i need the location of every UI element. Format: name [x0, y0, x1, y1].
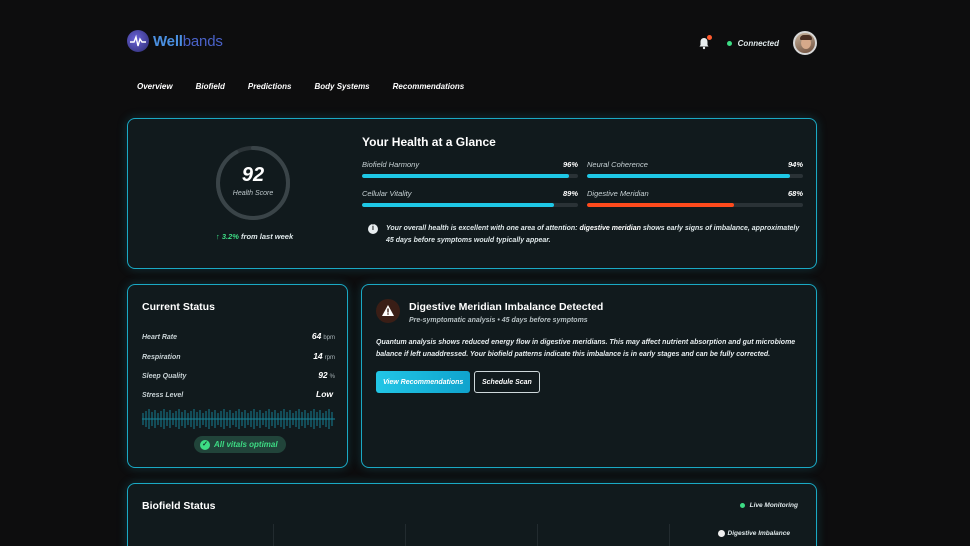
nav-body-systems[interactable]: Body Systems [315, 82, 370, 91]
alert-title: Digestive Meridian Imbalance Detected [409, 301, 604, 313]
health-insight-note: i Your overall health is excellent with … [368, 223, 808, 247]
legend-label: Digestive Imbalance [727, 530, 791, 537]
alert-card: Digestive Meridian Imbalance Detected Pr… [361, 284, 817, 468]
live-dot [739, 503, 745, 508]
header-actions: Connected [697, 30, 817, 56]
metric-value: 89% [562, 189, 578, 198]
metric-bar-track [587, 174, 803, 178]
metric-bar-track [587, 203, 803, 207]
health-glance-card: 92 Health Score ↑ 3.2% from last week Yo… [127, 118, 817, 269]
vital-value: 64 [311, 331, 322, 341]
vital-stress-level: Stress Level Low [142, 384, 335, 402]
nav-overview[interactable]: Overview [137, 82, 173, 91]
insight-text: Your overall health is excellent with on… [386, 223, 808, 247]
app-page: Wellbands Connected Overview Biofield Pr… [0, 0, 970, 546]
current-status-card: Current Status Heart Rate 64 bpm Respirat… [127, 284, 348, 468]
view-recommendations-button[interactable]: View Recommendations [376, 371, 471, 393]
vital-label: Sleep Quality [142, 373, 187, 380]
metric-name: Neural Coherence [587, 160, 648, 169]
vital-unit: % [329, 374, 335, 380]
insight-text-prefix: Your overall health is excellent with on… [386, 225, 580, 232]
alert-subtitle: Pre-symptomatic analysis • 45 days befor… [409, 317, 588, 324]
metric-bar-track [362, 203, 578, 207]
vital-value: 92 [318, 370, 328, 380]
nav-biofield[interactable]: Biofield [196, 82, 225, 91]
health-score-label: Health Score [232, 190, 274, 197]
metric-cellular-vitality: Cellular Vitality 89% [362, 189, 578, 207]
biofield-status-card: Biofield Status Live Monitoring Digestiv… [127, 483, 817, 546]
header: Wellbands Connected [127, 30, 817, 58]
metric-bar-fill [587, 203, 734, 207]
nav-predictions[interactable]: Predictions [248, 82, 292, 91]
nav-recommendations[interactable]: Recommendations [393, 82, 465, 91]
metric-neural-coherence: Neural Coherence 94% [587, 160, 803, 178]
status-title: Current Status [142, 301, 215, 313]
biofield-title: Biofield Status [142, 500, 216, 512]
connection-status-dot [726, 40, 732, 46]
chart-grid-line [669, 524, 670, 546]
metric-bar-fill [362, 203, 555, 207]
vitals-waveform [142, 409, 335, 429]
notification-dot [706, 35, 712, 40]
live-monitoring-indicator: Live Monitoring [739, 502, 798, 509]
brand-name-part1: Well [153, 32, 183, 50]
notifications-bell-icon[interactable] [697, 35, 712, 50]
brand-name-part2: bands [182, 32, 223, 50]
metric-value: 68% [787, 189, 803, 198]
brand-logo[interactable]: Wellbands [127, 30, 223, 52]
chart-grid-line [273, 524, 274, 546]
vital-heart-rate: Heart Rate 64 bpm [142, 326, 335, 344]
health-score-ring: 92 Health Score [214, 144, 292, 222]
check-circle-icon: ✓ [200, 439, 210, 450]
chart-grid-line [537, 524, 538, 546]
chart-grid-line [405, 524, 406, 546]
vital-unit: bpm [323, 335, 335, 341]
metric-digestive-meridian: Digestive Meridian 68% [587, 189, 803, 207]
metric-name: Biofield Harmony [362, 160, 420, 169]
insight-highlight: digestive meridian [579, 225, 641, 232]
score-change: ↑ 3.2% from last week [216, 232, 293, 241]
live-monitoring-label: Live Monitoring [749, 502, 798, 509]
vital-respiration: Respiration 14 rpm [142, 346, 335, 364]
score-change-text: from last week [238, 232, 294, 241]
vital-value: Low [316, 389, 333, 399]
user-avatar[interactable] [793, 31, 817, 55]
avatar-hair [800, 35, 812, 40]
vital-value: 14 [313, 351, 323, 361]
metric-bar-fill [587, 174, 791, 178]
connection-status: Connected [737, 38, 779, 48]
metric-name: Digestive Meridian [587, 189, 649, 198]
info-icon: i [368, 224, 378, 234]
main-nav: Overview Biofield Predictions Body Syste… [137, 82, 487, 91]
vitals-optimal-badge: ✓ All vitals optimal [194, 436, 286, 453]
metric-value: 94% [787, 160, 803, 169]
biofield-legend: Digestive Imbalance [717, 530, 791, 537]
legend-dot [717, 530, 725, 537]
alert-body: Quantum analysis shows reduced energy fl… [376, 339, 796, 358]
vital-unit: rpm [324, 355, 335, 361]
vital-sleep-quality: Sleep Quality 92% [142, 365, 335, 383]
vital-label: Heart Rate [142, 334, 178, 341]
brand-name: Wellbands [153, 33, 223, 50]
metric-name: Cellular Vitality [362, 189, 412, 198]
vital-label: Respiration [142, 354, 181, 361]
health-score-value: 92 [241, 164, 265, 186]
metric-bar-fill [362, 174, 570, 178]
warning-icon [376, 299, 400, 323]
metric-value: 96% [562, 160, 578, 169]
score-change-value: ↑ 3.2% [216, 232, 239, 241]
metric-bar-track [362, 174, 578, 178]
vital-label: Stress Level [142, 392, 184, 399]
glance-title: Your Health at a Glance [362, 135, 496, 149]
metric-biofield-harmony: Biofield Harmony 96% [362, 160, 578, 178]
logo-icon [127, 30, 149, 52]
schedule-scan-button[interactable]: Schedule Scan [474, 371, 540, 393]
badge-text: All vitals optimal [214, 440, 278, 449]
